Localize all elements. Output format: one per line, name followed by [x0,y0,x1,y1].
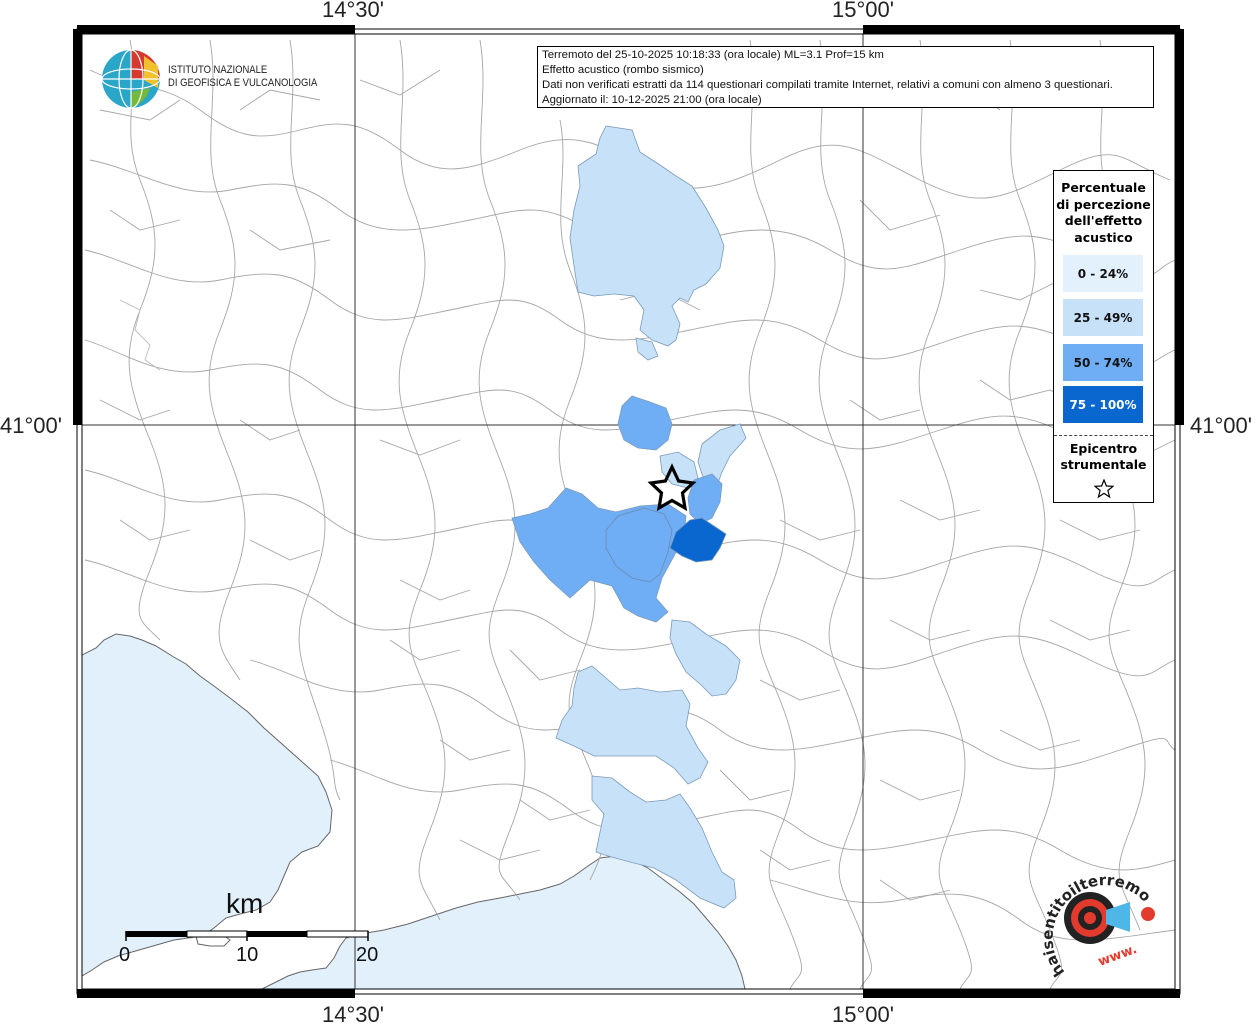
legend-class-0-24: 0 - 24% [1063,255,1143,292]
scale-bar-unit: km [226,888,264,919]
scale-bar-tick-10: 10 [236,944,259,966]
update-timestamp: Aggiornato il: 10-12-2025 21:00 (ora loc… [542,94,762,106]
ingv-globe-logo-icon [101,49,161,109]
legend-class-50-74: 50 - 74% [1063,344,1143,381]
haisentitoilterremoto-logo-icon[interactable]: haisentitoilterremoto.it www. [1030,862,1170,982]
ingv-name: ISTITUTO NAZIONALE DI GEOFISICA E VULCAN… [168,64,318,89]
legend-star-outline-icon [1094,479,1114,499]
effect-type: Effetto acustico (rombo sismico) [542,64,704,76]
scale-bar-tick-0: 0 [119,944,131,966]
svg-text:www.: www. [1096,942,1139,970]
legend-class-75-100: 75 - 100% [1063,386,1143,423]
legend-class-25-49: 25 - 49% [1063,299,1143,336]
event-info-box: Terremoto del 25-10-2025 10:18:33 (ora l… [537,46,1154,108]
legend-divider [1054,435,1153,436]
legend-epicenter-label: Epicentro strumentale [1060,441,1147,472]
scale-bar-tick-20: 20 [356,944,379,966]
legend-title: Percentuale di percezione dell'effetto a… [1056,180,1151,245]
data-source-note: Dati non verificati estratti da 114 ques… [542,79,1113,91]
event-details: Terremoto del 25-10-2025 10:18:33 (ora l… [542,49,884,61]
legend: Percentuale di percezione dell'effetto a… [1053,170,1154,503]
